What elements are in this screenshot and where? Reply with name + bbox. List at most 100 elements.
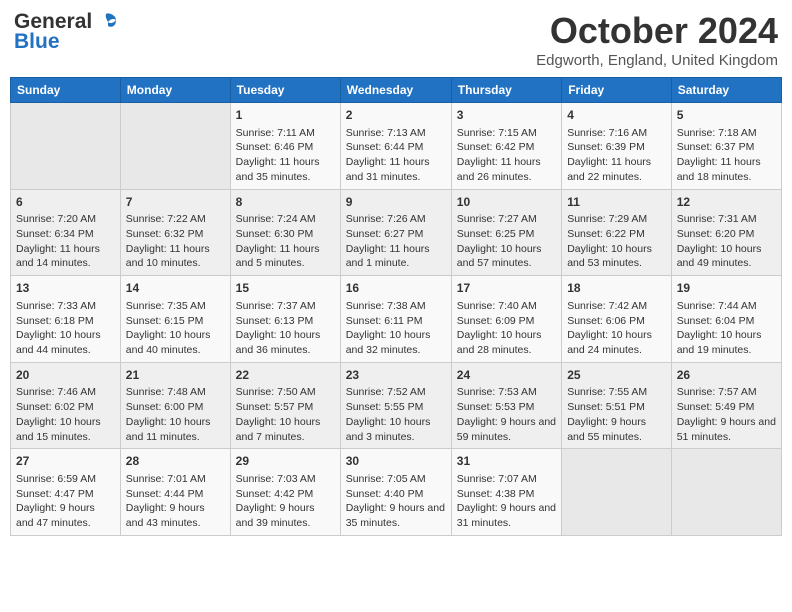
sunset-text: Sunset: 4:44 PM (126, 487, 225, 502)
title-area: October 2024 Edgworth, England, United K… (536, 10, 778, 69)
calendar-cell: 6Sunrise: 7:20 AMSunset: 6:34 PMDaylight… (11, 189, 121, 276)
calendar-cell: 9Sunrise: 7:26 AMSunset: 6:27 PMDaylight… (340, 189, 451, 276)
calendar-cell: 5Sunrise: 7:18 AMSunset: 6:37 PMDaylight… (671, 103, 781, 190)
day-header-saturday: Saturday (671, 78, 781, 103)
sunset-text: Sunset: 6:02 PM (16, 400, 115, 415)
day-number: 15 (236, 280, 335, 297)
day-number: 26 (677, 367, 776, 384)
sunrise-text: Sunrise: 7:55 AM (567, 385, 666, 400)
sunrise-text: Sunrise: 7:07 AM (457, 472, 556, 487)
daylight-text: Daylight: 10 hours and 3 minutes. (346, 415, 446, 444)
day-header-monday: Monday (120, 78, 230, 103)
day-header-wednesday: Wednesday (340, 78, 451, 103)
daylight-text: Daylight: 10 hours and 44 minutes. (16, 328, 115, 357)
day-number: 12 (677, 194, 776, 211)
sunrise-text: Sunrise: 7:24 AM (236, 212, 335, 227)
sunrise-text: Sunrise: 7:27 AM (457, 212, 556, 227)
sunrise-text: Sunrise: 7:52 AM (346, 385, 446, 400)
sunset-text: Sunset: 6:30 PM (236, 227, 335, 242)
daylight-text: Daylight: 10 hours and 15 minutes. (16, 415, 115, 444)
sunrise-text: Sunrise: 7:53 AM (457, 385, 556, 400)
day-number: 20 (16, 367, 115, 384)
calendar-cell: 28Sunrise: 7:01 AMSunset: 4:44 PMDayligh… (120, 449, 230, 536)
daylight-text: Daylight: 11 hours and 22 minutes. (567, 155, 666, 184)
calendar-cell: 27Sunrise: 6:59 AMSunset: 4:47 PMDayligh… (11, 449, 121, 536)
sunrise-text: Sunrise: 7:03 AM (236, 472, 335, 487)
day-header-friday: Friday (562, 78, 672, 103)
sunrise-text: Sunrise: 7:20 AM (16, 212, 115, 227)
sunrise-text: Sunrise: 7:44 AM (677, 299, 776, 314)
sunset-text: Sunset: 6:20 PM (677, 227, 776, 242)
sunset-text: Sunset: 4:38 PM (457, 487, 556, 502)
day-number: 27 (16, 453, 115, 470)
sunset-text: Sunset: 6:13 PM (236, 314, 335, 329)
calendar-cell: 21Sunrise: 7:48 AMSunset: 6:00 PMDayligh… (120, 362, 230, 449)
sunrise-text: Sunrise: 7:29 AM (567, 212, 666, 227)
daylight-text: Daylight: 10 hours and 49 minutes. (677, 242, 776, 271)
calendar-cell: 29Sunrise: 7:03 AMSunset: 4:42 PMDayligh… (230, 449, 340, 536)
sunset-text: Sunset: 6:22 PM (567, 227, 666, 242)
calendar-cell: 1 Sunrise: 7:11 AMSunset: 6:46 PMDaylight… (230, 103, 340, 190)
calendar-cell: 17 Sunrise: 7:40 AMSunset: 6:09 PMDayligh… (451, 276, 561, 363)
daylight-text: Daylight: 9 hours and 47 minutes. (16, 501, 115, 530)
daylight-text: Daylight: 11 hours and 31 minutes. (346, 155, 446, 184)
sunset-text: Sunset: 6:39 PM (567, 140, 666, 155)
calendar-week-row: 6Sunrise: 7:20 AMSunset: 6:34 PMDaylight… (11, 189, 782, 276)
calendar-cell: 11Sunrise: 7:29 AMSunset: 6:22 PMDayligh… (562, 189, 672, 276)
daylight-text: Daylight: 10 hours and 28 minutes. (457, 328, 556, 357)
daylight-text: Daylight: 9 hours and 59 minutes. (457, 415, 556, 444)
sunset-text: Sunset: 6:18 PM (16, 314, 115, 329)
day-number: 10 (457, 194, 556, 211)
calendar-cell: 10Sunrise: 7:27 AMSunset: 6:25 PMDayligh… (451, 189, 561, 276)
day-number: 4 (567, 107, 666, 124)
sunset-text: Sunset: 6:42 PM (457, 140, 556, 155)
daylight-text: Daylight: 11 hours and 10 minutes. (126, 242, 225, 271)
sunset-text: Sunset: 6:06 PM (567, 314, 666, 329)
day-number: 29 (236, 453, 335, 470)
calendar-cell: 25Sunrise: 7:55 AMSunset: 5:51 PMDayligh… (562, 362, 672, 449)
day-number: 11 (567, 194, 666, 211)
daylight-text: Daylight: 11 hours and 35 minutes. (236, 155, 335, 184)
sunrise-text: Sunrise: 7:48 AM (126, 385, 225, 400)
page-header: General Blue October 2024 Edgworth, Engl… (10, 10, 782, 69)
day-number: 7 (126, 194, 225, 211)
sunset-text: Sunset: 6:09 PM (457, 314, 556, 329)
daylight-text: Daylight: 10 hours and 11 minutes. (126, 415, 225, 444)
daylight-text: Daylight: 10 hours and 19 minutes. (677, 328, 776, 357)
logo: General Blue (14, 10, 118, 54)
location: Edgworth, England, United Kingdom (536, 52, 778, 69)
sunset-text: Sunset: 5:53 PM (457, 400, 556, 415)
month-title: October 2024 (536, 10, 778, 52)
calendar-cell (120, 103, 230, 190)
sunrise-text: Sunrise: 7:26 AM (346, 212, 446, 227)
sunset-text: Sunset: 6:34 PM (16, 227, 115, 242)
sunset-text: Sunset: 6:25 PM (457, 227, 556, 242)
calendar-cell: 30Sunrise: 7:05 AMSunset: 4:40 PMDayligh… (340, 449, 451, 536)
calendar-week-row: 20Sunrise: 7:46 AMSunset: 6:02 PMDayligh… (11, 362, 782, 449)
daylight-text: Daylight: 11 hours and 1 minute. (346, 242, 446, 271)
day-number: 8 (236, 194, 335, 211)
sunrise-text: Sunrise: 7:40 AM (457, 299, 556, 314)
day-number: 16 (346, 280, 446, 297)
sunrise-text: Sunrise: 7:50 AM (236, 385, 335, 400)
calendar-week-row: 13Sunrise: 7:33 AMSunset: 6:18 PMDayligh… (11, 276, 782, 363)
day-number: 30 (346, 453, 446, 470)
calendar-table: SundayMondayTuesdayWednesdayThursdayFrid… (10, 77, 782, 536)
sunrise-text: Sunrise: 7:31 AM (677, 212, 776, 227)
calendar-cell: 16Sunrise: 7:38 AMSunset: 6:11 PMDayligh… (340, 276, 451, 363)
daylight-text: Daylight: 11 hours and 18 minutes. (677, 155, 776, 184)
sunset-text: Sunset: 4:42 PM (236, 487, 335, 502)
calendar-cell: 3Sunrise: 7:15 AMSunset: 6:42 PMDaylight… (451, 103, 561, 190)
sunset-text: Sunset: 4:40 PM (346, 487, 446, 502)
sunset-text: Sunset: 6:44 PM (346, 140, 446, 155)
day-number: 1 (236, 107, 335, 124)
sunset-text: Sunset: 6:27 PM (346, 227, 446, 242)
day-number: 18 (567, 280, 666, 297)
sunset-text: Sunset: 6:46 PM (236, 140, 335, 155)
sunrise-text: Sunrise: 7:11 AM (236, 126, 335, 141)
calendar-cell (11, 103, 121, 190)
day-number: 14 (126, 280, 225, 297)
day-number: 17 (457, 280, 556, 297)
calendar-cell: 14Sunrise: 7:35 AMSunset: 6:15 PMDayligh… (120, 276, 230, 363)
calendar-week-row: 1Sunrise: 7:11 AMSunset: 6:46 PMDaylight… (11, 103, 782, 190)
